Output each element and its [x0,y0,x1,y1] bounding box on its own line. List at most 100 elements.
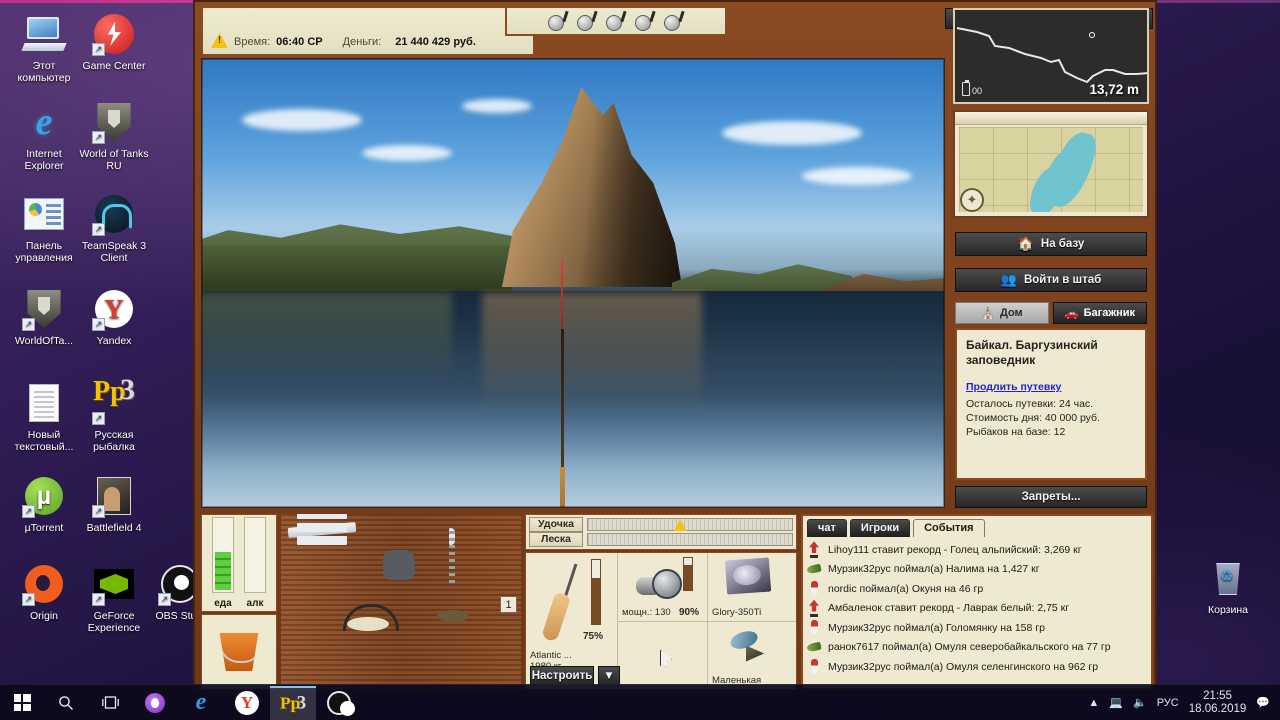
tackle-panel: Удочка Леска 75% Atlantic ... 1980 кг На… [525,514,797,690]
rod-cell[interactable]: 75% Atlantic ... 1980 кг Настроить ▼ [526,553,620,689]
home-icon: ⛪ [981,307,995,320]
enter-hq-button[interactable]: 👥 Войти в штаб [955,268,1147,292]
start-button[interactable] [0,685,44,720]
dropdown-button[interactable]: ▼ [598,666,620,685]
desktop-icon-label: Корзина [1208,604,1248,616]
shortcut-arrow-icon [92,593,105,606]
lure-cell[interactable]: Маленькая [708,622,796,690]
desktop-icon-worldoftanks-shortcut[interactable]: WorldOfTa... [8,287,80,347]
task-view-button[interactable] [88,685,132,720]
event-text: Lihoy111 ставит рекорд - Голец альпийски… [828,543,1082,556]
battlefield-icon [92,474,136,518]
windows-logo-icon [13,694,31,711]
rod-slot-icon[interactable] [635,10,656,31]
desktop-icon-origin[interactable]: Origin [8,562,80,622]
taskbar-app-yandex[interactable]: Y [224,686,270,720]
desktop-icon-label: µTorrent [24,522,64,534]
tray-expand-icon[interactable]: ▲ [1088,697,1099,709]
setup-button[interactable]: Настроить [530,666,594,685]
clock[interactable]: 21:55 18.06.2019 [1189,690,1247,716]
taskbar-app-russian-fishing[interactable]: Рр 3 [270,685,316,720]
float-icon [807,658,821,675]
lure-icon [728,627,772,668]
network-icon[interactable]: 💻 [1109,696,1123,709]
rod-slot-icon[interactable] [606,10,627,31]
search-button[interactable] [44,685,88,720]
line-lure-column: Glory-350Ti Маленькая [708,553,796,689]
desktop-icon-this-pc[interactable]: Этот компьютер [8,12,80,84]
windows-taskbar: e Y Рр 3 ▲ 💻 🔈 РУС 21:55 18.06.2019 💬 [0,684,1280,720]
desktop-icon-new-text-document[interactable]: Новый текстовый... [8,381,80,453]
money-value: 21 440 429 руб. [395,36,476,48]
desktop-icon-label: Этот компьютер [17,60,71,84]
rod-meter-row: Удочка [529,517,793,532]
desktop-icon-control-panel[interactable]: Панель управления [8,192,80,264]
tab-home[interactable]: ⛪ Дом [955,302,1049,324]
clock-time: 21:55 [1203,689,1232,702]
event-text: Мурзик32рус поймал(а) Голомянку на 158 г… [828,621,1045,634]
cortana-icon [145,692,165,713]
shortcut-arrow-icon [22,318,35,331]
extend-ticket-link[interactable]: Продлить путевку [966,380,1061,394]
volume-icon[interactable]: 🔈 [1133,696,1147,709]
desktop-icon-teamspeak-3[interactable]: TeamSpeak 3 Client [78,192,150,264]
russian-fishing-game-window: Время: 06:40 CP Деньги: 21 440 429 руб. … [193,0,1157,692]
bans-button[interactable]: Запреты... [955,486,1147,508]
chat-events-panel: чат Игроки События Lihoy111 ставит рекор… [801,514,1153,690]
fish-icon [807,639,821,656]
shortcut-arrow-icon [92,131,105,144]
desktop-icon-game-center[interactable]: Game Center [78,12,150,72]
desktop-icon-battlefield-4[interactable]: Battlefield 4 [78,474,150,534]
desktop-icon-label: Русская рыбалка [93,429,135,453]
cloud [362,145,452,161]
tab-players[interactable]: Игроки [849,519,911,537]
this-pc-icon [21,12,67,56]
rod-slot-bar[interactable] [505,6,727,36]
location-map[interactable]: ✦ [953,110,1149,218]
left-treeline [202,245,512,297]
bucket-slot[interactable] [201,614,277,690]
yandex-icon: Y [235,690,259,715]
people-icon: 👥 [1000,272,1017,287]
rod-slot-icon[interactable] [577,10,598,31]
desktop-icon-geforce-experience[interactable]: GeForce Experience [78,562,150,634]
utorrent-icon: µ [22,474,66,518]
fish-icon [807,561,821,578]
rod-slot-icon[interactable] [664,10,685,31]
shortcut-arrow-icon [92,412,105,425]
rod-slot-icon[interactable] [548,10,569,31]
event-row: Мурзик32рус поймал(а) Омуля селенгинског… [807,657,1147,677]
desktop-icon-russian-fishing[interactable]: Рр3 Русская рыбалка [78,375,150,453]
event-list[interactable]: Lihoy111 ставит рекорд - Голец альпийски… [803,537,1151,680]
action-center-icon[interactable]: 💬 [1256,696,1270,709]
empty-slot-cell[interactable] [618,622,707,690]
desktop-icon-recycle-bin[interactable]: ♻ Корзина [1192,556,1264,616]
taskbar-app-edge[interactable]: e [178,686,224,720]
taskbar-app-cortana[interactable] [132,686,178,720]
search-icon [59,695,73,710]
teamspeak-icon [92,192,136,236]
tab-trunk[interactable]: 🚗 Багажник [1053,302,1147,324]
desktop-icon-label: Панель управления [15,240,73,264]
tackle-meters: Удочка Леска [525,514,797,550]
line-cell[interactable]: Glory-350Ti [708,553,796,622]
depth-sonar-display[interactable]: 00 13,72 m [953,8,1149,104]
tab-events[interactable]: События [913,519,985,537]
desktop-icon-yandex[interactable]: Y Yandex [78,287,150,347]
desktop-icon-utorrent[interactable]: µ µTorrent [8,474,80,534]
food-label: еда [214,598,232,609]
rod-load-bar [587,518,793,531]
notebook-item[interactable] [449,528,455,545]
desktop-icon-label: Yandex [96,335,132,347]
desktop-icon-world-of-tanks-ru[interactable]: World of Tanks RU [78,100,150,172]
rod-middle [560,329,564,469]
tab-chat[interactable]: чат [807,519,847,537]
language-indicator[interactable]: РУС [1157,697,1179,709]
game-scene-viewport[interactable] [201,58,945,508]
desktop-icon-internet-explorer[interactable]: e Internet Explorer [8,100,80,172]
system-tray: ▲ 💻 🔈 РУС 21:55 18.06.2019 💬 [1088,685,1280,720]
go-to-base-button[interactable]: 🏠 На базу [955,232,1147,256]
reel-cell[interactable]: мощн.: 130 90% [618,553,707,622]
taskbar-app-obs[interactable] [316,686,362,720]
fishing-rod[interactable] [559,259,565,507]
